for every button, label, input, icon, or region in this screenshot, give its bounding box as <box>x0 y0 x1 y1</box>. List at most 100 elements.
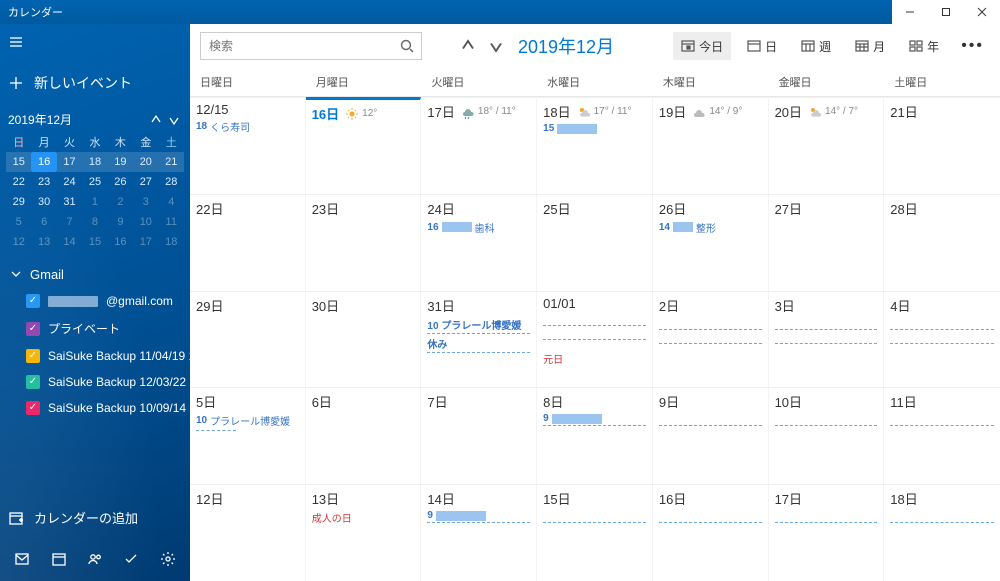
event-item[interactable]: 16歯科 <box>427 220 530 235</box>
window-close-button[interactable] <box>964 0 1000 24</box>
mini-day-cell[interactable]: 1 <box>82 192 107 212</box>
hamburger-button[interactable] <box>0 24 190 63</box>
event-span[interactable] <box>775 329 878 339</box>
mini-day-cell[interactable]: 12 <box>6 232 31 252</box>
day-cell[interactable]: 17日 <box>769 484 885 581</box>
settings-button[interactable] <box>152 545 184 573</box>
day-cell[interactable]: 8日9 <box>537 387 653 484</box>
day-cell[interactable]: 9日 <box>653 387 769 484</box>
mini-day-cell[interactable]: 31 <box>57 192 82 212</box>
day-cell[interactable]: 20日14° / 7° <box>769 97 885 194</box>
calendar-checkbox[interactable] <box>26 401 40 415</box>
event-span[interactable] <box>775 522 878 532</box>
more-menu-button[interactable]: ••• <box>955 37 990 55</box>
mini-next-button[interactable] <box>166 112 182 128</box>
event-item[interactable]: 15 <box>543 123 646 134</box>
people-button[interactable] <box>79 545 111 573</box>
event-item[interactable]: 10プラレール博愛媛 <box>196 413 299 428</box>
calendar-button[interactable] <box>42 545 74 573</box>
day-cell[interactable]: 30日 <box>306 291 422 388</box>
mini-day-cell[interactable]: 20 <box>133 152 158 172</box>
event-span[interactable] <box>890 522 994 532</box>
mini-day-cell[interactable]: 5 <box>6 212 31 232</box>
day-cell[interactable]: 6日 <box>306 387 422 484</box>
day-cell[interactable]: 12日 <box>190 484 306 581</box>
event-span[interactable] <box>659 522 762 532</box>
day-cell[interactable]: 11日 <box>884 387 1000 484</box>
event-span[interactable] <box>659 425 762 435</box>
day-cell[interactable]: 12/1518くら寿司 <box>190 97 306 194</box>
mini-day-cell[interactable]: 17 <box>133 232 158 252</box>
day-cell[interactable]: 15日 <box>537 484 653 581</box>
day-cell[interactable]: 01/01元日 <box>537 291 653 388</box>
event-span[interactable] <box>890 343 994 353</box>
mini-day-cell[interactable]: 23 <box>31 172 56 192</box>
event-span-start[interactable]: 休み <box>427 336 530 353</box>
mini-day-cell[interactable]: 25 <box>82 172 107 192</box>
mini-day-cell[interactable]: 15 <box>6 152 31 172</box>
search-box[interactable] <box>200 32 422 60</box>
mini-day-cell[interactable]: 6 <box>31 212 56 232</box>
mini-day-cell[interactable]: 21 <box>159 152 184 172</box>
day-cell[interactable]: 3日 <box>769 291 885 388</box>
mini-day-cell[interactable]: 3 <box>133 192 158 212</box>
mini-day-cell[interactable]: 4 <box>159 192 184 212</box>
day-cell[interactable]: 7日 <box>421 387 537 484</box>
search-icon[interactable] <box>399 38 415 54</box>
event-span[interactable] <box>775 343 878 353</box>
view-week-button[interactable]: 週 <box>793 32 839 60</box>
mini-day-cell[interactable]: 17 <box>57 152 82 172</box>
day-cell[interactable]: 29日 <box>190 291 306 388</box>
day-cell[interactable]: 31日10 プラレール博愛媛休み <box>421 291 537 388</box>
day-cell[interactable]: 24日16歯科 <box>421 194 537 291</box>
day-cell[interactable]: 27日 <box>769 194 885 291</box>
day-cell[interactable]: 5日10プラレール博愛媛 <box>190 387 306 484</box>
mini-day-cell[interactable]: 29 <box>6 192 31 212</box>
prev-period-button[interactable] <box>458 36 478 56</box>
event-span[interactable] <box>543 325 646 335</box>
event-item[interactable]: 18くら寿司 <box>196 119 299 134</box>
account-section-toggle[interactable]: Gmail <box>0 260 190 288</box>
window-maximize-button[interactable] <box>928 0 964 24</box>
event-span-start[interactable]: 10 プラレール博愛媛 <box>427 317 530 334</box>
day-cell[interactable]: 17日18° / 11° <box>421 97 537 194</box>
mini-day-cell[interactable]: 26 <box>108 172 133 192</box>
mini-calendar[interactable]: 日月火水木金土151617181920212223242526272829303… <box>0 132 190 252</box>
day-cell[interactable]: 4日 <box>884 291 1000 388</box>
mini-day-cell[interactable]: 14 <box>57 232 82 252</box>
window-minimize-button[interactable] <box>892 0 928 24</box>
next-period-button[interactable] <box>486 36 506 56</box>
day-cell[interactable]: 25日 <box>537 194 653 291</box>
calendar-checkbox[interactable] <box>26 375 40 389</box>
mini-day-cell[interactable]: 16 <box>108 232 133 252</box>
day-cell[interactable]: 10日 <box>769 387 885 484</box>
view-day-button[interactable]: 日 <box>739 32 785 60</box>
day-cell[interactable]: 16日 <box>653 484 769 581</box>
event-span[interactable] <box>775 425 878 435</box>
mini-day-cell[interactable]: 19 <box>108 152 133 172</box>
view-today-button[interactable]: 今日 <box>673 32 731 60</box>
day-cell[interactable]: 23日 <box>306 194 422 291</box>
mini-day-cell[interactable]: 11 <box>159 212 184 232</box>
calendar-checkbox[interactable] <box>26 349 40 363</box>
day-cell[interactable]: 16日12° <box>306 97 422 194</box>
calendar-checkbox[interactable] <box>26 322 40 336</box>
add-calendar-button[interactable]: カレンダーの追加 <box>0 498 190 537</box>
mini-day-cell[interactable]: 30 <box>31 192 56 212</box>
event-span[interactable] <box>890 425 994 435</box>
event-span-start[interactable]: 9 <box>543 413 646 426</box>
day-cell[interactable]: 13日成人の日 <box>306 484 422 581</box>
mini-day-cell[interactable]: 9 <box>108 212 133 232</box>
mini-day-cell[interactable]: 22 <box>6 172 31 192</box>
mini-day-cell[interactable]: 18 <box>159 232 184 252</box>
event-span[interactable] <box>196 430 236 440</box>
mini-prev-button[interactable] <box>148 112 164 128</box>
mini-day-cell[interactable]: 10 <box>133 212 158 232</box>
calendar-item[interactable]: プライベート <box>0 314 190 343</box>
event-span-start[interactable]: 9 <box>427 510 530 523</box>
mini-day-cell[interactable]: 24 <box>57 172 82 192</box>
event-span[interactable] <box>543 339 646 349</box>
day-cell[interactable]: 18日 <box>884 484 1000 581</box>
mini-day-cell[interactable]: 7 <box>57 212 82 232</box>
day-cell[interactable]: 21日 <box>884 97 1000 194</box>
